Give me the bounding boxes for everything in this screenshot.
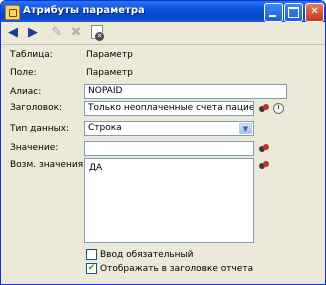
required-checkbox-label: Ввод обязательный (100, 250, 194, 260)
caption-input[interactable]: Только неоплаченные счета пациентов (84, 101, 254, 116)
title-bar[interactable]: Атрибуты параметра (1, 1, 325, 22)
window-icon (5, 5, 20, 20)
show-in-header-checkbox[interactable]: ✔ (86, 263, 97, 274)
minimize-button[interactable] (264, 3, 283, 22)
show-in-header-checkbox-label: Отображать в заголовке отчета (100, 264, 254, 274)
close-button[interactable] (305, 3, 324, 22)
arrow-left-icon[interactable]: ◀ (5, 25, 21, 41)
chevron-down-icon[interactable]: ▼ (239, 123, 252, 134)
possible-values-label: Возм. значения: (10, 160, 87, 170)
clock-icon[interactable] (273, 103, 284, 114)
arrow-right-icon[interactable]: ▶ (25, 25, 41, 41)
remove-badge-icon: ✕ (95, 32, 104, 41)
delete-icon[interactable]: ✖ (68, 25, 84, 41)
toolbar: ◀ ▶ ✎ ✖ (1, 22, 325, 45)
picker-icon[interactable] (259, 144, 270, 153)
picker-icon[interactable] (259, 104, 270, 113)
pencil-icon[interactable]: ✎ (49, 25, 65, 41)
alias-input[interactable]: NOPAID (84, 84, 287, 99)
picker-icon[interactable] (259, 161, 270, 170)
possible-values-textarea[interactable]: ДА (84, 158, 254, 243)
datatype-select[interactable]: Строка ▼ (84, 121, 254, 136)
alias-label: Алиас: (10, 87, 42, 97)
datatype-value: Строка (88, 123, 122, 133)
maximize-button[interactable] (284, 3, 303, 22)
caption-label: Заголовок: (10, 103, 63, 113)
required-checkbox[interactable] (86, 249, 97, 260)
table-value: Параметр (86, 50, 133, 60)
value-input[interactable] (84, 141, 254, 156)
table-label: Таблица: (10, 50, 53, 60)
value-label: Значение: (10, 143, 59, 153)
field-value: Параметр (86, 68, 133, 78)
attributes-window: Атрибуты параметра ◀ ▶ ✎ ✖ ✕ Таблица: Па… (0, 0, 326, 285)
possible-values-text: ДА (89, 163, 103, 173)
datatype-label: Тип данных: (10, 124, 70, 134)
field-label: Поле: (10, 68, 37, 78)
window-title: Атрибуты параметра (23, 5, 145, 16)
